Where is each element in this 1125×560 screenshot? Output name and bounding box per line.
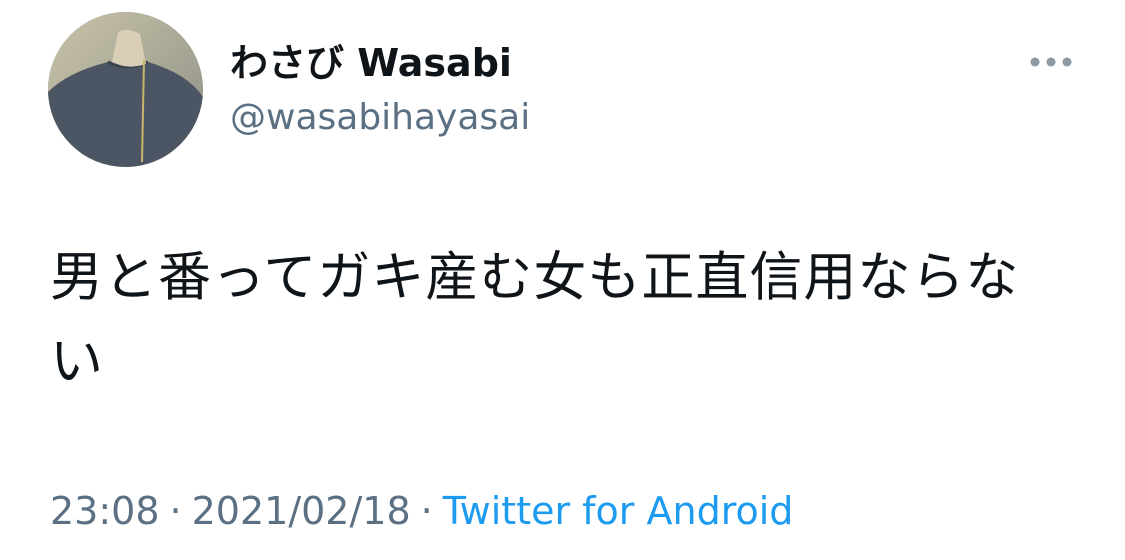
tweet-meta: 23:08 · 2021/02/18 · Twitter for Android (50, 486, 793, 536)
meta-separator: · (169, 489, 182, 533)
tweet-card: わさび Wasabi @wasabihayasai 男と番ってガキ産む女も正直信… (0, 0, 1125, 560)
tweet-source-link[interactable]: Twitter for Android (443, 489, 794, 533)
display-name[interactable]: わさび Wasabi (230, 40, 512, 86)
tweet-date[interactable]: 2021/02/18 (192, 489, 411, 533)
avatar[interactable] (48, 12, 203, 167)
user-handle[interactable]: @wasabihayasai (230, 96, 530, 140)
meta-separator: · (420, 489, 433, 533)
tweet-time[interactable]: 23:08 (50, 489, 160, 533)
avatar-image (48, 12, 203, 167)
tweet-text: 男と番ってガキ産む女も正直信用ならない (50, 247, 1020, 392)
more-horizontal-icon[interactable] (1028, 52, 1074, 72)
